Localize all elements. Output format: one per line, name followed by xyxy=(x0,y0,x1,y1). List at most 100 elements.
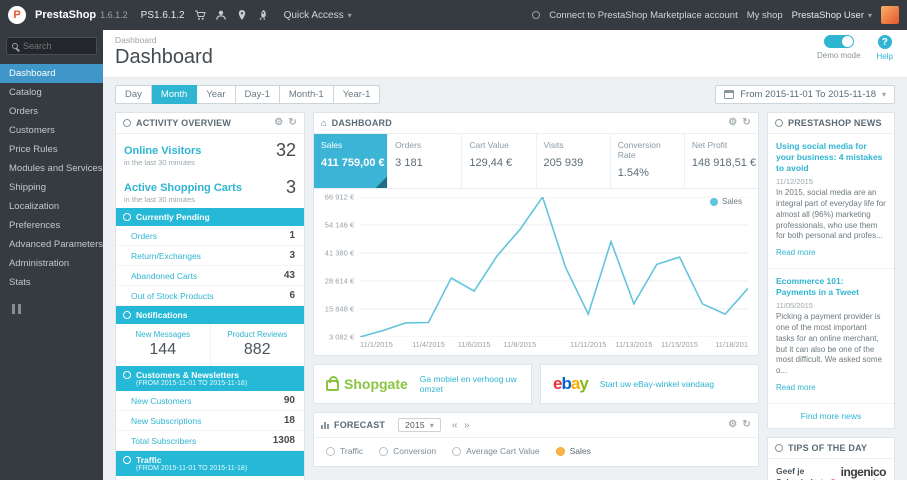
prestashop-logo-icon[interactable]: P xyxy=(8,6,26,24)
period-button-group: Day Month Year Day-1 Month-1 Year-1 xyxy=(115,85,381,104)
sidebar-item-orders[interactable]: Orders xyxy=(0,102,103,121)
forecast-option-traffic[interactable]: Traffic xyxy=(326,446,363,456)
quick-access-menu[interactable]: Quick Access ▾ xyxy=(284,10,352,21)
abandoned-carts-value: 43 xyxy=(283,270,295,281)
y-axis-tick: 3 082 € xyxy=(328,332,354,342)
gear-icon[interactable]: ⚙ xyxy=(274,118,283,128)
kpi-net-profit[interactable]: Net Profit 148 918,51 € xyxy=(685,134,758,188)
forecast-option-conversion[interactable]: Conversion xyxy=(379,446,436,456)
forecast-option-sales[interactable]: Sales xyxy=(555,446,591,456)
kpi-cart-value-label: Cart Value xyxy=(469,140,509,150)
product-reviews-cell[interactable]: Product Reviews 882 xyxy=(211,324,305,366)
period-month-button[interactable]: Month xyxy=(151,85,198,104)
period-year-button[interactable]: Year xyxy=(197,85,236,104)
find-more-news-link[interactable]: Find more news xyxy=(768,404,894,428)
previous-year-button[interactable]: « xyxy=(452,420,458,431)
user-avatar[interactable] xyxy=(881,6,899,24)
kpi-cart-value[interactable]: Cart Value 129,44 € xyxy=(462,134,537,188)
period-day-1-button[interactable]: Day-1 xyxy=(235,85,280,104)
sidebar-item-localization[interactable]: Localization xyxy=(0,197,103,216)
x-axis-tick: 11/6/2015 xyxy=(457,340,491,349)
google-analytics-link[interactable]: Link to your Google Analytics account xyxy=(116,476,304,480)
customers-newsletters-title: Customers & Newsletters xyxy=(136,370,239,380)
shopgate-link[interactable]: Ga mobiel en verhoog uw omzet xyxy=(420,374,519,394)
date-range-picker[interactable]: From 2015-11-01 To 2015-11-18 ▾ xyxy=(715,85,895,104)
active-carts-link[interactable]: Active Shopping Carts xyxy=(124,182,242,194)
cart-icon[interactable] xyxy=(194,9,206,21)
radio-icon xyxy=(379,446,389,456)
shop-name-link[interactable]: PS1.6.1.2 xyxy=(141,10,185,21)
rocket-icon[interactable] xyxy=(257,9,269,21)
demo-mode-toggle[interactable] xyxy=(823,35,854,48)
sidebar-item-customers[interactable]: Customers xyxy=(0,121,103,140)
bell-icon xyxy=(123,311,131,319)
sidebar-item-advanced-parameters[interactable]: Advanced Parameters xyxy=(0,235,103,254)
help-icon[interactable]: ? xyxy=(877,35,892,49)
pending-returns-link[interactable]: Return/Exchanges xyxy=(131,251,201,261)
new-subscriptions-value: 18 xyxy=(283,415,295,426)
new-customers-link[interactable]: New Customers xyxy=(131,396,191,406)
abandoned-carts-link[interactable]: Abandoned Carts xyxy=(131,271,197,281)
chart-plot-area[interactable] xyxy=(360,197,748,337)
customers-icon[interactable] xyxy=(215,9,227,21)
sidebar-item-modules[interactable]: Modules and Services xyxy=(0,159,103,178)
forecast-year-select[interactable]: 2015 ▾ xyxy=(398,418,442,432)
kpi-net-profit-value: 148 918,51 € xyxy=(691,157,757,169)
out-of-stock-link[interactable]: Out of Stock Products xyxy=(131,291,214,301)
sidebar-item-stats[interactable]: Stats xyxy=(0,273,103,292)
period-year-1-button[interactable]: Year-1 xyxy=(333,85,381,104)
help-label[interactable]: Help xyxy=(877,52,893,61)
sidebar-search[interactable] xyxy=(6,37,97,55)
gear-icon[interactable]: ⚙ xyxy=(728,118,737,128)
sidebar-item-preferences[interactable]: Preferences xyxy=(0,216,103,235)
forecast-chart-icon xyxy=(321,421,329,429)
article-body: Picking a payment provider is one of the… xyxy=(776,312,882,376)
forecast-option-average-cart-value[interactable]: Average Cart Value xyxy=(452,446,540,456)
kpi-orders[interactable]: Orders 3 181 xyxy=(388,134,463,188)
next-year-button[interactable]: » xyxy=(464,420,470,431)
tips-headline: Geef je Sales in het buitenland een Boos… xyxy=(776,466,823,480)
kpi-conversion-rate[interactable]: Conversion Rate 1.54% xyxy=(611,134,685,188)
demo-mode-label: Demo mode xyxy=(816,51,861,60)
read-more-link[interactable]: Read more xyxy=(776,248,816,257)
shopgate-brand: Shopgate xyxy=(344,376,408,392)
total-subscribers-link[interactable]: Total Subscribers xyxy=(131,436,196,446)
refresh-icon[interactable]: ↻ xyxy=(742,420,751,430)
refresh-icon[interactable]: ↻ xyxy=(742,118,751,128)
location-pin-icon[interactable] xyxy=(236,9,248,21)
tips-icon xyxy=(775,444,783,452)
ebay-link[interactable]: Start uw eBay-winkel vandaag xyxy=(600,379,714,389)
article-title-link[interactable]: Ecommerce 101: Payments in a Tweet xyxy=(776,276,886,298)
breadcrumb[interactable]: Dashboard xyxy=(115,35,895,45)
article-date: 11/05/2015 xyxy=(776,301,813,311)
new-messages-cell[interactable]: New Messages 144 xyxy=(116,324,211,366)
prestashop-news-panel: PRESTASHOP NEWS Using social media for y… xyxy=(767,112,895,429)
collapse-menu-icon[interactable] xyxy=(12,304,103,314)
page-header: Dashboard Dashboard Demo mode ? Help xyxy=(103,30,907,78)
sidebar-item-administration[interactable]: Administration xyxy=(0,254,103,273)
search-input[interactable] xyxy=(23,41,91,51)
x-axis-tick: 11/13/2015 xyxy=(615,340,653,349)
new-subscriptions-link[interactable]: New Subscriptions xyxy=(131,416,201,426)
period-month-1-button[interactable]: Month-1 xyxy=(279,85,334,104)
sidebar-item-catalog[interactable]: Catalog xyxy=(0,83,103,102)
sidebar-item-shipping[interactable]: Shipping xyxy=(0,178,103,197)
kpi-visits[interactable]: Visits 205 939 xyxy=(537,134,611,188)
shopgate-promo[interactable]: Shopgate Ga mobiel en verhoog uw omzet xyxy=(313,364,532,404)
gear-icon[interactable]: ⚙ xyxy=(728,420,737,430)
read-more-link[interactable]: Read more xyxy=(776,383,816,392)
my-shop-link[interactable]: My shop xyxy=(747,10,783,21)
ebay-letter: b xyxy=(561,374,571,393)
pending-orders-link[interactable]: Orders xyxy=(131,231,157,241)
refresh-icon[interactable]: ↻ xyxy=(288,118,297,128)
period-day-button[interactable]: Day xyxy=(115,85,152,104)
user-menu[interactable]: PrestaShop User ▾ xyxy=(792,10,872,21)
ebay-promo[interactable]: ebay Start uw eBay-winkel vandaag xyxy=(540,364,759,404)
sidebar-item-price-rules[interactable]: Price Rules xyxy=(0,140,103,159)
article-title-link[interactable]: Using social media for your business: 4 … xyxy=(776,141,886,174)
kpi-sales[interactable]: Sales 411 759,00 € xyxy=(314,134,389,188)
marketplace-link[interactable]: Connect to PrestaShop Marketplace accoun… xyxy=(549,10,738,21)
sidebar-item-dashboard[interactable]: Dashboard xyxy=(0,64,103,83)
people-icon xyxy=(123,371,131,379)
online-visitors-link[interactable]: Online Visitors xyxy=(124,145,201,157)
